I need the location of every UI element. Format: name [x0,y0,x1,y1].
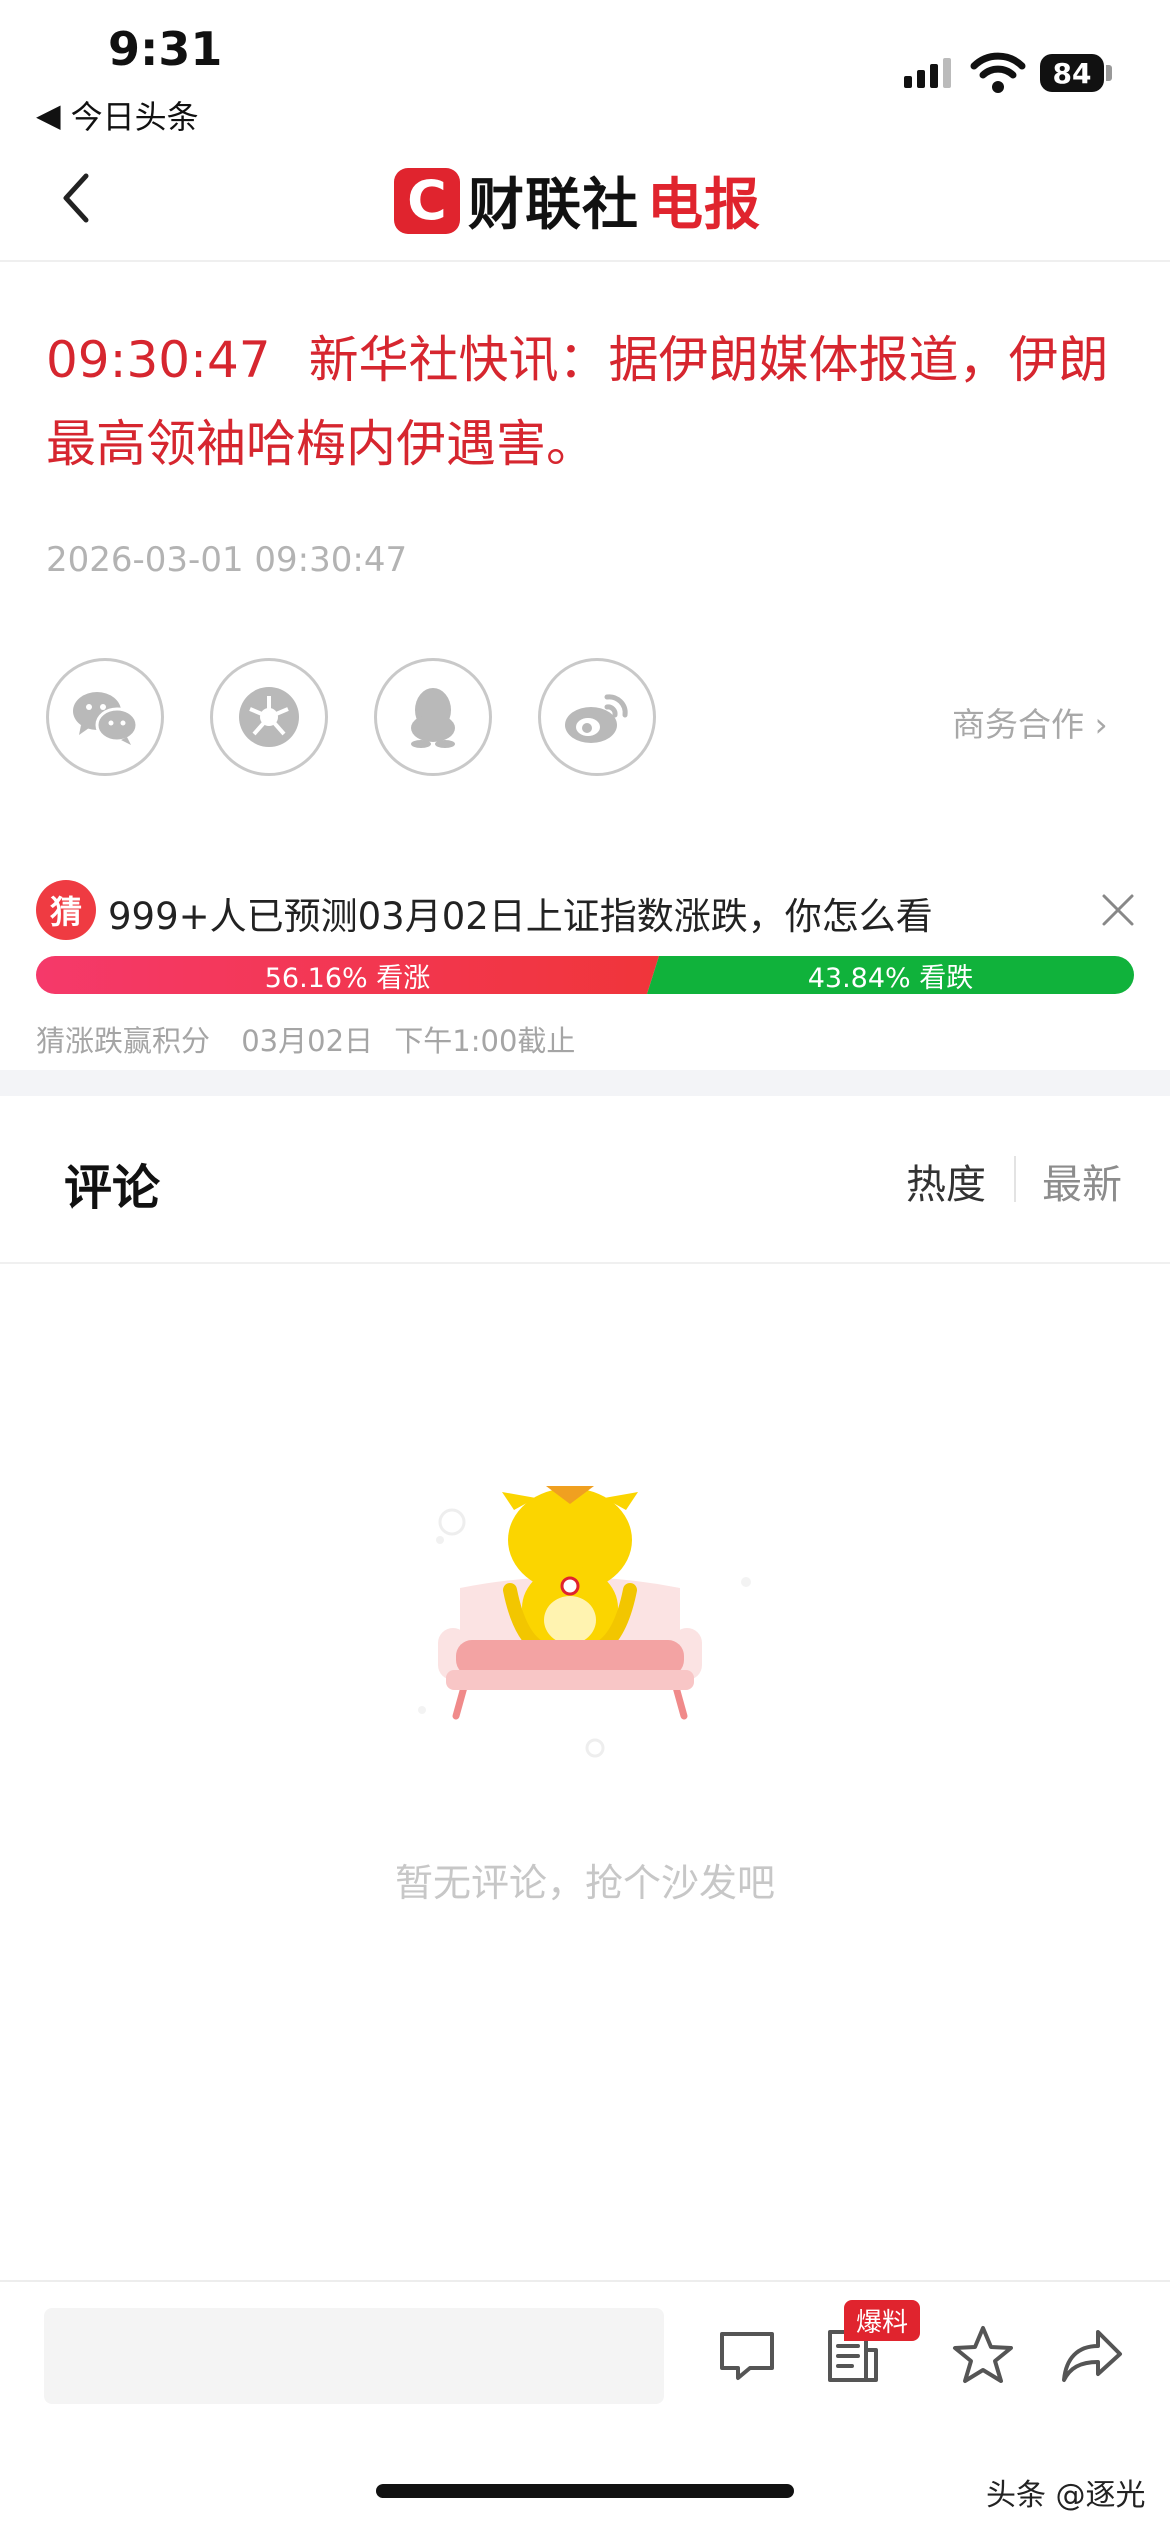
share-qq-button[interactable] [374,658,492,776]
back-app-label: 今日头条 [70,98,199,136]
back-to-app-link[interactable]: ◀ 今日头条 [36,92,199,138]
guess-note-date: 03月02日 [241,1024,374,1058]
nav-divider [0,260,1170,262]
prediction-bar: 56.16% 看涨 43.84% 看跌 [36,956,1134,994]
guess-badge: 猜 [36,880,96,940]
news-time: 09:30:47 [46,331,271,389]
comment-input[interactable] [44,2308,664,2404]
comment-icon[interactable] [712,2320,782,2390]
logo-text-red: 电报 [647,173,761,238]
guess-question[interactable]: 999+人已预测03月02日上证指数涨跌，你怎么看 [108,886,933,940]
tip-badge: 爆料 [844,2300,921,2341]
weibo-icon [565,694,628,743]
close-icon[interactable] [1098,890,1138,930]
guess-note-left: 猜涨跌赢积分 [36,1024,211,1058]
vote-down-button[interactable]: 43.84% 看跌 [647,956,1134,994]
battery-tip [1106,65,1112,81]
sort-new-tab[interactable]: 最新 [1042,1152,1122,1210]
brand-logo: C 财联社 电报 [394,160,761,241]
back-chevron-icon[interactable] [56,168,96,228]
home-indicator [376,2484,794,2498]
empty-comments-text: 暂无评论，抢个沙发吧 [394,1861,775,1905]
share-wechat-button[interactable] [46,658,164,776]
share-moments-button[interactable] [210,658,328,776]
status-time: 9:31 [108,22,223,76]
sort-hot-tab[interactable]: 热度 [906,1152,986,1210]
news-headline: 09:30:47 新华社快讯：据伊朗媒体报道，伊朗最高领袖哈梅内伊遇害。 [46,318,1126,486]
logo-mark-icon: C [394,167,460,234]
guess-note-deadline: 下午1:00截止 [394,1024,576,1058]
moments-icon [239,687,299,747]
share-forward-icon[interactable] [1058,2320,1128,2390]
sort-separator [1014,1156,1016,1202]
signal-icon [904,58,951,88]
comments-title: 评论 [64,1160,161,1216]
watermark: 头条 @逐光 [986,2478,1146,2513]
empty-comments-illustration [418,1486,751,1758]
wifi-icon [970,52,1026,93]
share-weibo-button[interactable] [538,658,656,776]
favorite-star-icon[interactable] [948,2320,1018,2390]
news-datetime: 2026-03-01 09:30:47 [46,540,408,580]
guess-note: 猜涨跌赢积分 03月02日 下午1:00截止 [36,1018,575,1060]
section-divider [0,1070,1170,1096]
vote-up-button[interactable]: 56.16% 看涨 [36,956,659,994]
back-triangle-icon: ◀ [36,96,61,134]
wechat-icon [73,692,139,745]
comments-divider [0,1262,1170,1264]
bottom-bar-divider [0,2280,1170,2282]
business-cooperation-link[interactable]: 商务合作 › [952,698,1108,746]
battery-indicator: 84 [1040,54,1104,92]
logo-text-black: 财联社 [468,173,639,238]
qq-icon [411,688,455,748]
